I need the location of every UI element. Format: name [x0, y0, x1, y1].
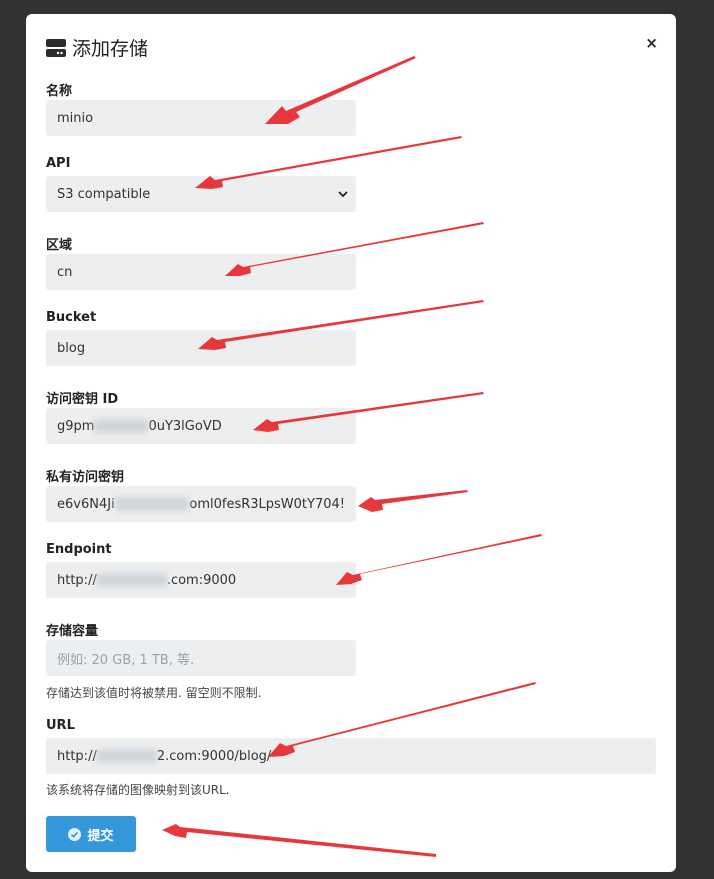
region-label: 区域	[46, 238, 73, 253]
redacted-blur	[96, 573, 167, 587]
submit-button[interactable]: 提交	[46, 816, 136, 852]
secret-key-value-start: e6v6N4Ji	[57, 496, 115, 512]
api-selected-value: S3 compatible	[57, 186, 151, 202]
chevron-down-icon	[338, 191, 348, 198]
bucket-input[interactable]: blog	[46, 330, 356, 366]
capacity-input[interactable]: 例如: 20 GB, 1 TB, 等.	[46, 640, 356, 676]
url-help: 该系统将存储的图像映射到该URL.	[46, 783, 230, 797]
url-value-end: 2.com:9000/blog/	[156, 748, 272, 764]
url-label: URL	[46, 718, 75, 733]
access-key-label: 访问密钥 ID	[46, 392, 119, 407]
check-circle-icon	[68, 827, 82, 841]
region-value: cn	[57, 264, 73, 280]
close-icon[interactable]: ×	[645, 36, 658, 51]
url-value-start: http://	[57, 748, 97, 764]
name-value: minio	[57, 110, 94, 126]
submit-label: 提交	[87, 828, 114, 844]
capacity-label: 存储容量	[46, 624, 99, 639]
api-label: API	[46, 156, 71, 171]
add-storage-modal: 添加存储 × 名称 minio API S3 compatible 区域 cn …	[26, 14, 676, 872]
redacted-blur	[114, 497, 190, 511]
endpoint-value-end: .com:9000	[166, 572, 237, 588]
capacity-placeholder: 例如: 20 GB, 1 TB, 等.	[57, 652, 195, 668]
endpoint-label: Endpoint	[46, 542, 112, 557]
region-input[interactable]: cn	[46, 254, 356, 290]
endpoint-input[interactable]: http:// .com:9000	[46, 562, 356, 598]
api-select[interactable]: S3 compatible	[46, 176, 356, 212]
capacity-help: 存储达到该值时将被禁用. 留空则不限制.	[46, 686, 262, 700]
url-input[interactable]: http:// 2.com:9000/blog/	[46, 738, 656, 774]
name-label: 名称	[46, 84, 73, 99]
access-key-value-end: 0uY3lGoVD	[148, 418, 222, 434]
bucket-label: Bucket	[46, 310, 97, 325]
redacted-blur	[96, 749, 157, 763]
name-input[interactable]: minio	[46, 100, 356, 136]
modal-header: 添加存储	[46, 34, 148, 61]
modal-title: 添加存储	[72, 38, 149, 60]
endpoint-value-start: http://	[57, 572, 97, 588]
bucket-value: blog	[57, 340, 86, 356]
access-key-value-start: g9pm	[57, 418, 95, 434]
secret-key-label: 私有访问密钥	[46, 470, 125, 485]
storage-icon	[46, 38, 66, 57]
redacted-blur	[94, 419, 149, 433]
secret-key-value-end: oml0fesR3LpsW0tY704!	[189, 496, 345, 512]
access-key-input[interactable]: g9pm 0uY3lGoVD	[46, 408, 356, 444]
secret-key-input[interactable]: e6v6N4Ji oml0fesR3LpsW0tY704!	[46, 486, 356, 522]
